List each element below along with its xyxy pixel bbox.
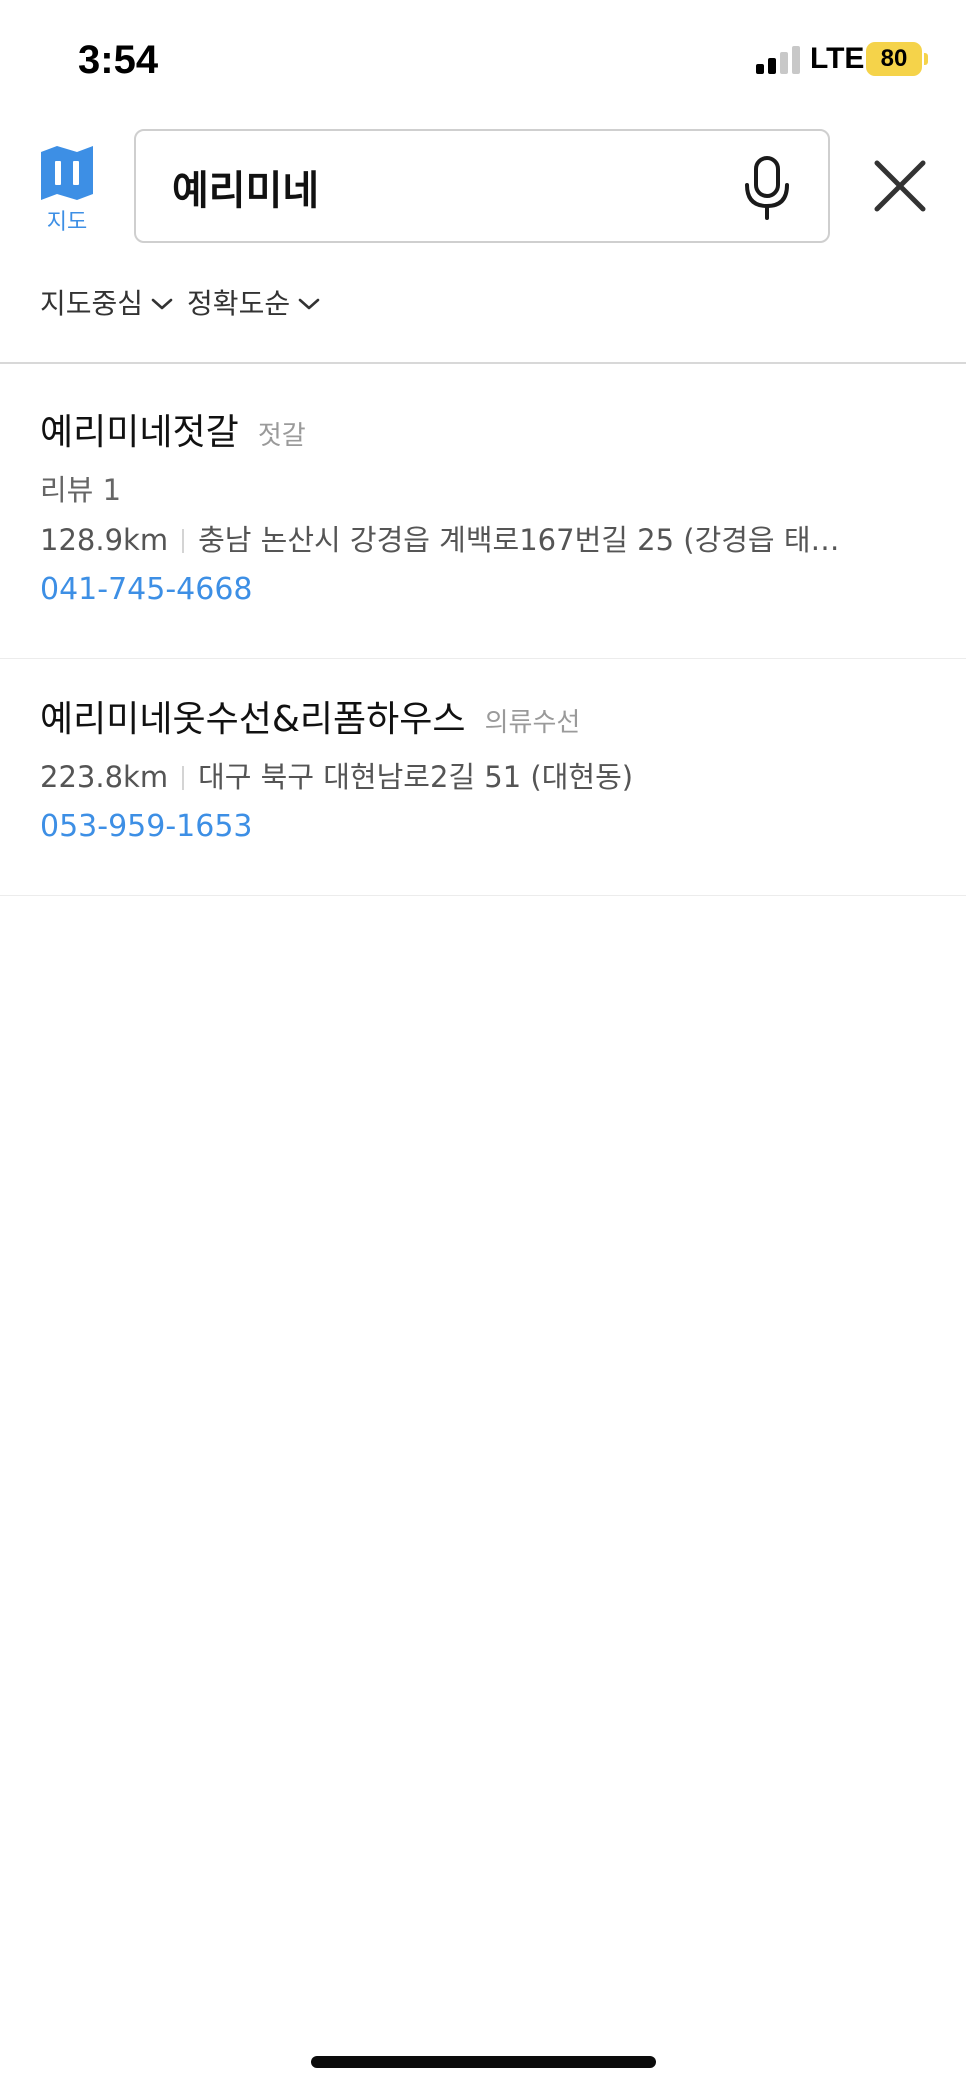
close-icon[interactable]: [872, 158, 928, 214]
info-separator: [182, 766, 185, 790]
result-item[interactable]: 예리미네젓갈 젓갈 리뷰 1 128.9km 충남 논산시 강경읍 계백로167번…: [0, 364, 966, 659]
filter-sort-accuracy[interactable]: 정확도순: [187, 282, 320, 326]
status-time: 3:54: [78, 38, 159, 82]
result-distance: 223.8km: [40, 760, 169, 794]
search-box[interactable]: [134, 129, 830, 243]
result-title-row: 예리미네옷수선&리폼하우스 의류수선: [40, 697, 580, 743]
info-separator: [182, 529, 185, 553]
chevron-down-icon: [298, 298, 320, 310]
result-item[interactable]: 예리미네옷수선&리폼하우스 의류수선 223.8km 대구 북구 대현남로2길 5…: [0, 659, 966, 896]
search-input[interactable]: [172, 159, 692, 215]
battery-tip: [924, 53, 928, 65]
filter-map-center[interactable]: 지도중심: [40, 282, 173, 326]
map-button-label: 지도: [46, 210, 88, 235]
mic-icon[interactable]: [742, 155, 792, 221]
result-reviews[interactable]: 리뷰 1: [40, 470, 121, 510]
result-info: 223.8km 대구 북구 대현남로2길 51 (대현동): [40, 757, 910, 797]
status-bar: 3:54 LTE 80: [0, 0, 966, 120]
result-title-row: 예리미네젓갈 젓갈: [40, 410, 306, 456]
result-name[interactable]: 예리미네옷수선&리폼하우스: [40, 699, 466, 740]
result-category: 의류수선: [484, 708, 581, 738]
network-type: LTE: [810, 42, 865, 75]
filter-label: 지도중심: [40, 287, 144, 320]
result-phone-link[interactable]: 053-959-1653: [40, 807, 253, 847]
result-info: 128.9km 충남 논산시 강경읍 계백로167번길 25 (강경읍 태…: [40, 520, 910, 560]
result-address: 충남 논산시 강경읍 계백로167번길 25 (강경읍 태…: [198, 523, 840, 557]
result-distance: 128.9km: [40, 523, 169, 557]
filter-label: 정확도순: [187, 287, 291, 320]
result-category: 젓갈: [257, 421, 306, 451]
chevron-down-icon: [151, 298, 173, 310]
map-icon: [41, 146, 93, 200]
home-indicator[interactable]: [311, 2056, 656, 2068]
result-address: 대구 북구 대현남로2길 51 (대현동): [198, 760, 634, 794]
signal-icon: [756, 44, 802, 74]
result-phone-link[interactable]: 041-745-4668: [40, 570, 253, 610]
result-name[interactable]: 예리미네젓갈: [40, 412, 239, 453]
battery-indicator: 80: [866, 42, 922, 76]
filter-bar: 지도중심 정확도순: [40, 282, 320, 326]
map-view-button[interactable]: 지도: [36, 144, 98, 244]
